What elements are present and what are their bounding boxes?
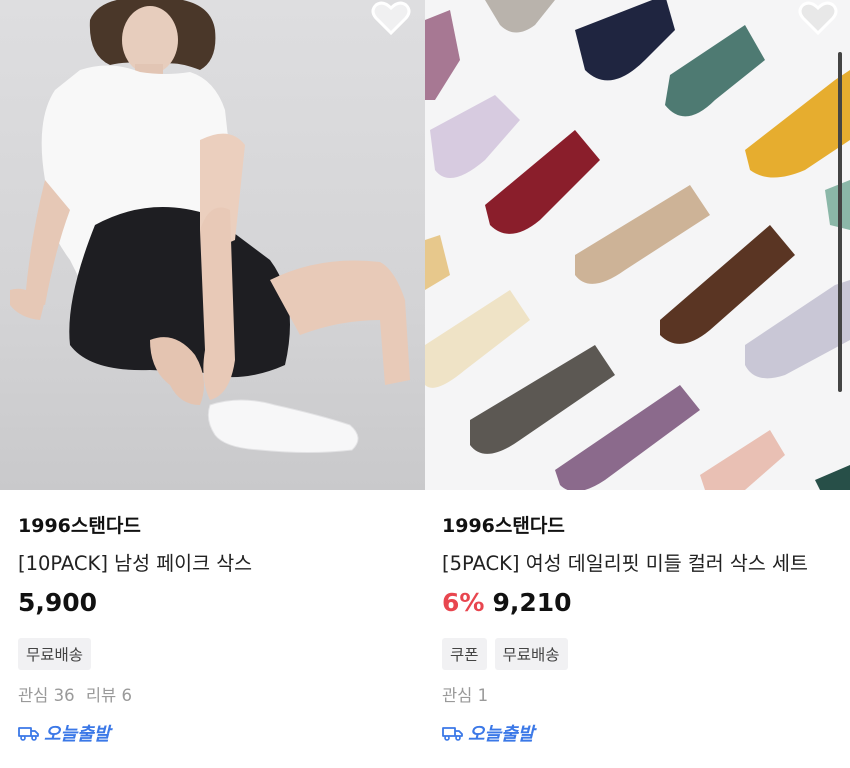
- product-card[interactable]: 1996스탠다드 [5PACK] 여성 데일리핏 미들 컬러 삭스 세트 6% 9…: [425, 0, 850, 768]
- wishlist-button[interactable]: [796, 0, 840, 36]
- brand-name[interactable]: 1996스탠다드: [18, 511, 141, 538]
- review-count: 리뷰 6: [85, 686, 132, 705]
- tag-free-shipping: 무료배송: [494, 638, 568, 670]
- product-title[interactable]: [10PACK] 남성 페이크 삭스: [18, 547, 413, 576]
- product-grid: 1996스탠다드 [10PACK] 남성 페이크 삭스 5,900 무료배송 관…: [0, 0, 850, 768]
- product-meta: 관심 1: [442, 682, 488, 706]
- brand-name[interactable]: 1996스탠다드: [442, 511, 565, 538]
- price: 5,900: [18, 588, 98, 617]
- product-image[interactable]: [0, 0, 425, 490]
- truck-icon: [442, 727, 463, 741]
- wishlist-count: 관심 36: [18, 686, 75, 705]
- heart-outline-icon: [798, 1, 838, 35]
- shipping-label: 오늘출발: [44, 724, 111, 745]
- product-title[interactable]: [5PACK] 여성 데일리핏 미들 컬러 삭스 세트: [442, 547, 837, 576]
- product-meta: 관심 36 리뷰 6: [18, 682, 132, 706]
- product-card[interactable]: 1996스탠다드 [10PACK] 남성 페이크 삭스 5,900 무료배송 관…: [0, 0, 425, 768]
- tag-list: 쿠폰 무료배송: [442, 638, 568, 670]
- product-image[interactable]: [425, 0, 850, 490]
- tag-coupon: 쿠폰: [442, 638, 487, 670]
- price-row: 5,900: [18, 588, 97, 617]
- price-row: 6% 9,210: [442, 588, 572, 617]
- tag-free-shipping: 무료배송: [18, 638, 92, 670]
- truck-icon: [18, 727, 39, 741]
- wishlist-button[interactable]: [369, 0, 413, 36]
- shipping-badge: 오늘출발: [18, 720, 110, 746]
- shipping-badge: 오늘출발: [442, 720, 534, 746]
- price: 9,210: [492, 588, 572, 617]
- scrollbar[interactable]: [838, 52, 842, 392]
- wishlist-count: 관심 1: [442, 686, 489, 705]
- discount-rate: 6%: [442, 588, 485, 617]
- heart-outline-icon: [371, 1, 411, 35]
- shipping-label: 오늘출발: [468, 724, 535, 745]
- tag-list: 무료배송: [18, 638, 92, 670]
